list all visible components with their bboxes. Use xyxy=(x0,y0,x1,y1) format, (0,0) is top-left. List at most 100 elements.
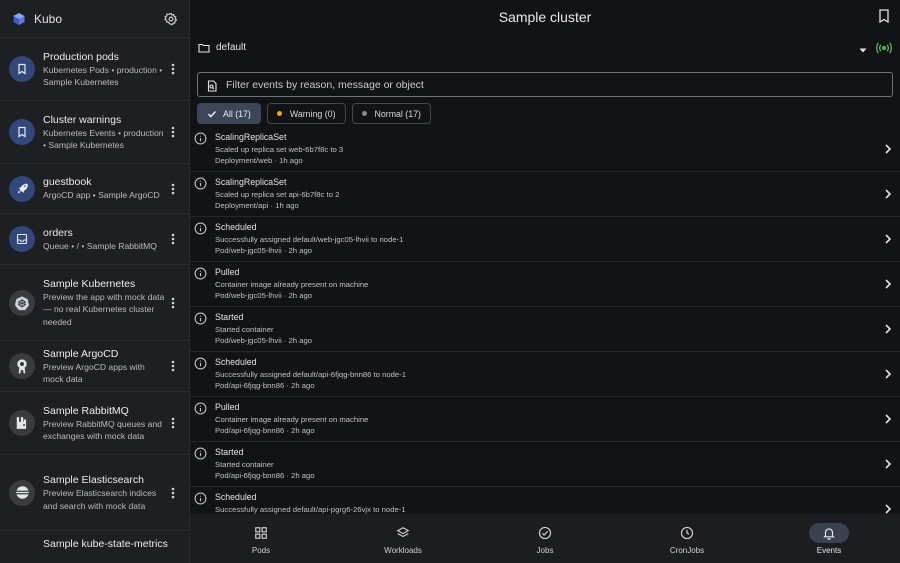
page-title: Sample cluster xyxy=(498,9,592,25)
more-vert-icon[interactable] xyxy=(167,414,179,432)
sidebar-item-title: orders xyxy=(43,226,73,239)
layers-icon xyxy=(383,523,423,543)
sidebar-item-title: Production pods xyxy=(43,50,119,63)
event-row[interactable]: ScalingReplicaSet Scaled up replica set … xyxy=(190,127,900,172)
event-row[interactable]: Started Started container Pod/api-6fjqg-… xyxy=(190,442,900,487)
more-vert-icon[interactable] xyxy=(167,294,179,312)
more-vert-icon[interactable] xyxy=(167,123,179,141)
nav-jobs[interactable]: Jobs xyxy=(474,514,616,563)
bookmark-icon xyxy=(9,56,35,82)
event-message: Container image already present on machi… xyxy=(215,279,369,289)
bookmark-icon xyxy=(9,119,35,145)
sidebar-item-title: guestbook xyxy=(43,176,92,189)
event-age: 2h ago xyxy=(291,471,315,480)
nav-pods[interactable]: Pods xyxy=(190,514,332,563)
info-icon xyxy=(194,357,207,370)
event-object: Deployment/web · 1h ago xyxy=(215,156,303,165)
grid-icon xyxy=(241,523,281,543)
event-reason: ScalingReplicaSet xyxy=(215,177,287,187)
event-object: Pod/web-jgc05-lhvii · 2h ago xyxy=(215,291,313,300)
sidebar-item-sample-kubernetes[interactable]: Sample Kubernetes Preview the app with m… xyxy=(0,265,189,341)
chip-warning[interactable]: Warning (0) xyxy=(266,103,346,124)
sidebar-item-title: Sample RabbitMQ xyxy=(43,404,129,417)
event-reason: Scheduled xyxy=(215,492,257,502)
sidebar: Kubo Production pods Kubernetes Pods • p… xyxy=(0,0,190,563)
event-row[interactable]: Started Started container Pod/web-jgc05-… xyxy=(190,307,900,352)
event-age: 2h ago xyxy=(291,381,315,390)
event-age: 2h ago xyxy=(288,246,313,255)
info-icon xyxy=(194,222,207,235)
event-reason: Pulled xyxy=(215,267,240,277)
event-reason: Scheduled xyxy=(215,357,257,367)
event-object-name: Pod/api-6fjqg-bnn86 xyxy=(215,381,285,390)
rabbitmq-icon xyxy=(9,410,35,436)
event-reason: Scheduled xyxy=(215,222,257,232)
event-row[interactable]: Pulled Container image already present o… xyxy=(190,262,900,307)
chip-normal[interactable]: Normal (17) xyxy=(351,103,431,124)
event-object: Deployment/api · 1h ago xyxy=(215,201,299,210)
chevron-right-icon xyxy=(884,231,892,244)
sidebar-item-subtitle: Queue • / • Sample RabbitMQ xyxy=(43,240,157,251)
event-object-name: Deployment/api xyxy=(215,201,269,210)
settings-gear-icon[interactable] xyxy=(163,11,179,27)
info-icon xyxy=(194,177,207,190)
event-object-name: Pod/api-6fjqg-bnn86 xyxy=(215,426,285,435)
chevron-right-icon xyxy=(884,501,892,514)
event-object-name: Pod/web-jgc05-lhvii xyxy=(215,336,282,345)
more-vert-icon[interactable] xyxy=(167,60,179,78)
event-message: Successfully assigned default/api-pgrg6-… xyxy=(215,504,406,514)
event-object-name: Pod/web-jgc05-lhvii xyxy=(215,291,282,300)
sidebar-item-subtitle: Preview Elasticsearch indices and search… xyxy=(43,488,157,511)
argocd-icon xyxy=(9,353,35,379)
more-vert-icon[interactable] xyxy=(167,484,179,502)
event-row[interactable]: Scheduled Successfully assigned default/… xyxy=(190,487,900,514)
event-row[interactable]: Scheduled Successfully assigned default/… xyxy=(190,352,900,397)
event-filter[interactable] xyxy=(197,72,893,97)
event-age: 2h ago xyxy=(288,291,313,300)
event-row[interactable]: Pulled Container image already present o… xyxy=(190,397,900,442)
sidebar-item-guestbook[interactable]: guestbook ArgoCD app • Sample ArgoCD xyxy=(0,164,189,214)
sidebar-item-title: Sample Elasticsearch xyxy=(43,474,144,486)
chip-all[interactable]: All (17) xyxy=(197,103,261,124)
sidebar-item-subtitle: Preview ArgoCD apps with mock data xyxy=(43,361,145,385)
live-broadcast-icon xyxy=(875,41,893,54)
more-vert-icon[interactable] xyxy=(167,230,179,248)
info-icon xyxy=(194,312,207,325)
event-row[interactable]: Scheduled Successfully assigned default/… xyxy=(190,217,900,262)
event-reason: Started xyxy=(215,312,244,322)
normal-dot-icon xyxy=(361,111,367,116)
sidebar-item-orders[interactable]: orders Queue • / • Sample RabbitMQ xyxy=(0,214,189,265)
event-age: 2h ago xyxy=(288,336,313,345)
bell-icon xyxy=(809,523,849,543)
chevron-right-icon xyxy=(884,321,892,334)
sidebar-item-cluster-warnings[interactable]: Cluster warnings Kubernetes Events • pro… xyxy=(0,101,189,164)
chevron-right-icon xyxy=(884,276,892,289)
dropdown-arrow-icon[interactable] xyxy=(858,42,868,53)
event-age: 1h ago xyxy=(279,156,303,165)
top-bar: Sample cluster xyxy=(190,0,900,34)
kubernetes-icon xyxy=(9,289,35,316)
event-reason: Pulled xyxy=(215,402,240,412)
nav-events[interactable]: Events xyxy=(758,514,900,563)
event-message: Container image already present on machi… xyxy=(215,414,369,424)
sidebar-item-sample-kube-state-metrics[interactable]: Sample kube-state-metrics xyxy=(0,531,189,563)
warning-dot-icon xyxy=(276,111,282,116)
info-icon xyxy=(194,492,207,505)
sidebar-item-production-pods[interactable]: Production pods Kubernetes Pods • produc… xyxy=(0,38,189,101)
inbox-icon xyxy=(9,226,35,252)
bookmark-icon[interactable] xyxy=(878,9,892,25)
nav-cronjobs[interactable]: CronJobs xyxy=(616,514,758,563)
sidebar-item-sample-argocd[interactable]: Sample ArgoCD Preview ArgoCD apps with m… xyxy=(0,341,189,392)
event-object: Pod/api-6fjqg-bnn86 · 2h ago xyxy=(215,471,315,480)
sidebar-item-sample-elasticsearch[interactable]: Sample Elasticsearch Preview Elasticsear… xyxy=(0,455,189,531)
rocket-icon xyxy=(9,175,35,202)
namespace-selector[interactable]: default xyxy=(190,34,900,60)
nav-workloads[interactable]: Workloads xyxy=(332,514,474,563)
event-row[interactable]: ScalingReplicaSet Scaled up replica set … xyxy=(190,172,900,217)
more-vert-icon[interactable] xyxy=(167,180,179,198)
info-icon xyxy=(194,402,207,415)
filter-input[interactable] xyxy=(226,78,884,91)
more-vert-icon[interactable] xyxy=(167,357,179,375)
sidebar-item-sample-rabbitmq[interactable]: Sample RabbitMQ Preview RabbitMQ queues … xyxy=(0,392,189,455)
chevron-right-icon xyxy=(884,411,892,424)
